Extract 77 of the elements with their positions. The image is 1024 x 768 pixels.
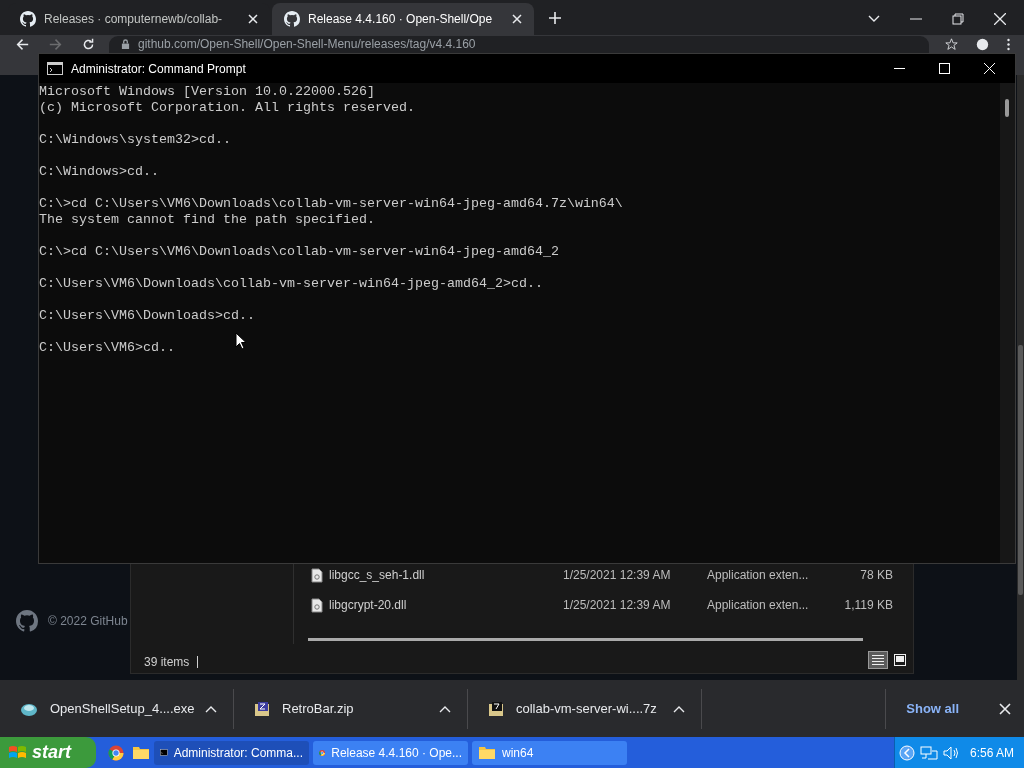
preview-icon — [894, 654, 906, 666]
url-text: github.com/Open-Shell/Open-Shell-Menu/releases/tag/v4.4.160 — [138, 37, 476, 51]
dll-file-icon[interactable] — [311, 567, 323, 583]
dll-file-icon[interactable] — [311, 597, 323, 613]
console-line: C:\Users\VM6\Downloads\collab-vm-server-win64-jpeg-amd64_2>cd.. — [39, 276, 543, 292]
address-bar[interactable]: github.com/Open-Shell/Open-Shell-Menu/releases/tag/v4.4.160 — [109, 35, 929, 53]
file-icon — [488, 700, 504, 717]
chrome-icon[interactable] — [108, 744, 124, 761]
window-title: Administrator: Command Prompt — [71, 60, 246, 78]
file-name[interactable]: libgcc_s_seh-1.dll — [329, 566, 563, 584]
terminal-icon — [160, 746, 168, 759]
details-view-button[interactable] — [868, 651, 888, 669]
github-icon — [284, 11, 300, 27]
console-line: C:\Users\VM6>cd.. — [39, 340, 175, 356]
taskbar-button[interactable]: Administrator: Comma... — [154, 740, 309, 765]
console-line: The system cannot find the path specified. — [39, 212, 375, 228]
console-line: Microsoft Windows [Version 10.0.22000.526] — [39, 84, 375, 100]
file-size: 78 KB — [859, 567, 893, 584]
star-icon[interactable] — [945, 37, 958, 51]
terminal-icon — [47, 62, 63, 75]
console-line: C:\Windows>cd.. — [39, 164, 159, 180]
taskbar-button[interactable]: win64 — [472, 740, 627, 765]
menu-icon[interactable] — [1007, 37, 1010, 51]
download-name: RetroBar.zip — [282, 699, 354, 718]
folder-icon[interactable] — [132, 745, 150, 760]
horizontal-scrollbar[interactable] — [308, 638, 863, 641]
download-name: collab-vm-server-wi....7z — [516, 699, 657, 718]
file-name[interactable]: libgcrypt-20.dll — [329, 596, 563, 614]
clock: 6:56 AM — [969, 744, 1014, 762]
console-line: (c) Microsoft Corporation. All rights reserved. — [39, 100, 415, 116]
back-icon[interactable] — [16, 37, 29, 51]
taskbar-button[interactable]: Release 4.4.160 · Ope... — [313, 740, 468, 765]
start-button[interactable]: start — [0, 737, 96, 768]
lock-icon — [121, 38, 130, 50]
chevron-up-icon[interactable] — [205, 704, 217, 713]
download-item[interactable]: RetroBar.zip — [234, 688, 468, 729]
chevron-down-icon[interactable] — [868, 15, 880, 23]
file-size: 1,119 KB — [843, 597, 893, 614]
close-icon[interactable] — [994, 13, 1006, 25]
file-type: Application exten... — [707, 597, 810, 614]
restore-icon[interactable] — [952, 13, 964, 25]
scrollbar[interactable] — [1000, 83, 1015, 563]
tab-title: Releases · computernewb/collab- — [44, 11, 224, 28]
file-date: 1/25/2021 12:39 AM — [563, 567, 672, 584]
console-line: C:\Users\VM6\Downloads>cd.. — [39, 308, 255, 324]
close-icon[interactable] — [999, 702, 1011, 715]
profile-icon[interactable] — [976, 37, 989, 51]
status-text: 39 items — [144, 654, 190, 671]
file-date: 1/25/2021 12:39 AM — [563, 597, 672, 614]
close-icon[interactable] — [248, 14, 258, 24]
github-icon[interactable] — [16, 610, 38, 632]
download-item[interactable]: collab-vm-server-wi....7z — [468, 688, 702, 729]
console-line: C:\>cd C:\Users\VM6\Downloads\collab-vm-server-win64-jpeg-amd64.7z\win64\ — [39, 196, 623, 212]
maximize-icon[interactable] — [939, 63, 950, 74]
console-line: C:\>cd C:\Users\VM6\Downloads\collab-vm-server-win64-jpeg-amd64_2 — [39, 244, 559, 260]
scrollbar[interactable] — [1017, 75, 1024, 680]
download-item[interactable]: OpenShellSetup_4....exe — [0, 688, 234, 729]
chevron-up-icon[interactable] — [673, 704, 685, 713]
browser-tab[interactable]: Release 4.4.160 · Open-Shell/Ope — [272, 3, 534, 35]
new-tab-icon[interactable] — [548, 11, 562, 25]
reload-icon[interactable] — [82, 37, 95, 51]
console-line: C:\Windows\system32>cd.. — [39, 132, 231, 148]
file-type: Application exten... — [707, 567, 810, 584]
footer-text: © 2022 GitHub — [48, 613, 128, 630]
folder-icon — [478, 745, 496, 760]
list-icon — [872, 654, 884, 666]
tab-title: Release 4.4.160 · Open-Shell/Ope — [308, 11, 494, 28]
close-icon[interactable] — [512, 14, 522, 24]
show-all-link[interactable]: Show all — [906, 698, 959, 719]
chevron-left-icon[interactable] — [899, 744, 915, 761]
download-name: OpenShellSetup_4....exe — [50, 699, 195, 718]
file-icon — [254, 700, 270, 717]
network-icon[interactable] — [920, 745, 938, 760]
chevron-up-icon[interactable] — [439, 704, 451, 713]
cursor-icon — [235, 332, 247, 350]
speaker-icon[interactable] — [943, 745, 961, 760]
github-icon — [20, 11, 36, 27]
